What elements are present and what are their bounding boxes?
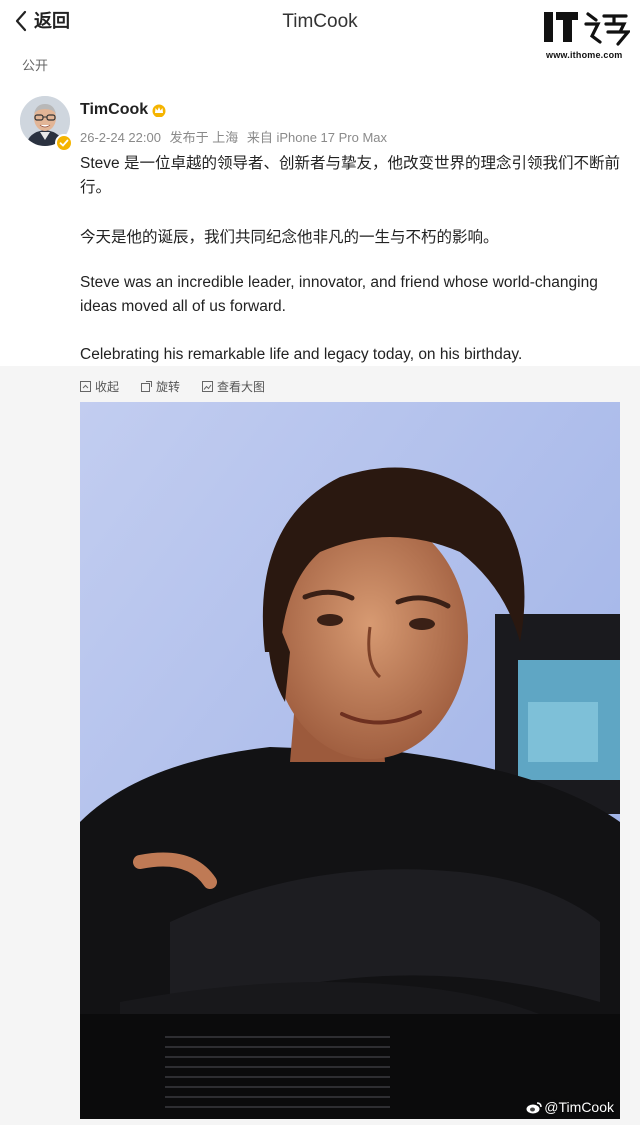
collapse-label: 收起 — [95, 380, 120, 394]
ithome-logo: www.ithome.com — [544, 10, 632, 62]
rotate-icon — [141, 381, 153, 392]
post-text-zh-1: Steve 是一位卓越的领导者、创新者与挚友，他改变世界的理念引领我们不断前行。 — [80, 155, 620, 196]
post-text-en-1: Steve was an incredible leader, innovato… — [80, 274, 598, 315]
ithome-url: www.ithome.com — [546, 50, 623, 60]
post-text-zh-2: 今天是他的诞辰，我们共同纪念他非凡的一生与不朽的影响。 — [80, 229, 499, 246]
post-text-en-2: Celebrating his remarkable life and lega… — [80, 346, 523, 363]
view-full-label: 查看大图 — [217, 380, 266, 394]
visibility-label: 公开 — [22, 58, 49, 73]
weibo-icon — [526, 1101, 543, 1113]
verified-badge-icon — [55, 134, 73, 152]
rotate-button[interactable]: 旋转 — [141, 378, 180, 395]
portrait-image — [80, 402, 620, 1119]
post-meta: 26-2-24 22:00 发布于 上海 来自 iPhone 17 Pro Ma… — [80, 127, 387, 146]
rotate-label: 旋转 — [156, 380, 181, 394]
ithome-logo-mark — [544, 12, 630, 46]
media-toolbar: 收起 旋转 查看大图 — [80, 378, 287, 395]
post-photo[interactable] — [80, 402, 620, 1119]
author-name[interactable]: TimCook — [80, 101, 148, 119]
weibo-watermark: @TimCook — [526, 1099, 614, 1115]
watermark-text: @TimCook — [544, 1099, 614, 1115]
post-location: 发布于 上海 — [169, 130, 239, 145]
view-full-button[interactable]: 查看大图 — [202, 378, 265, 395]
author-row: TimCook — [80, 101, 167, 119]
post-source: 来自 iPhone 17 Pro Max — [246, 130, 388, 145]
collapse-button[interactable]: 收起 — [80, 378, 119, 395]
crown-icon — [152, 104, 166, 117]
post-date: 26-2-24 22:00 — [80, 130, 161, 145]
view-full-icon — [202, 381, 214, 392]
collapse-icon — [80, 381, 91, 392]
